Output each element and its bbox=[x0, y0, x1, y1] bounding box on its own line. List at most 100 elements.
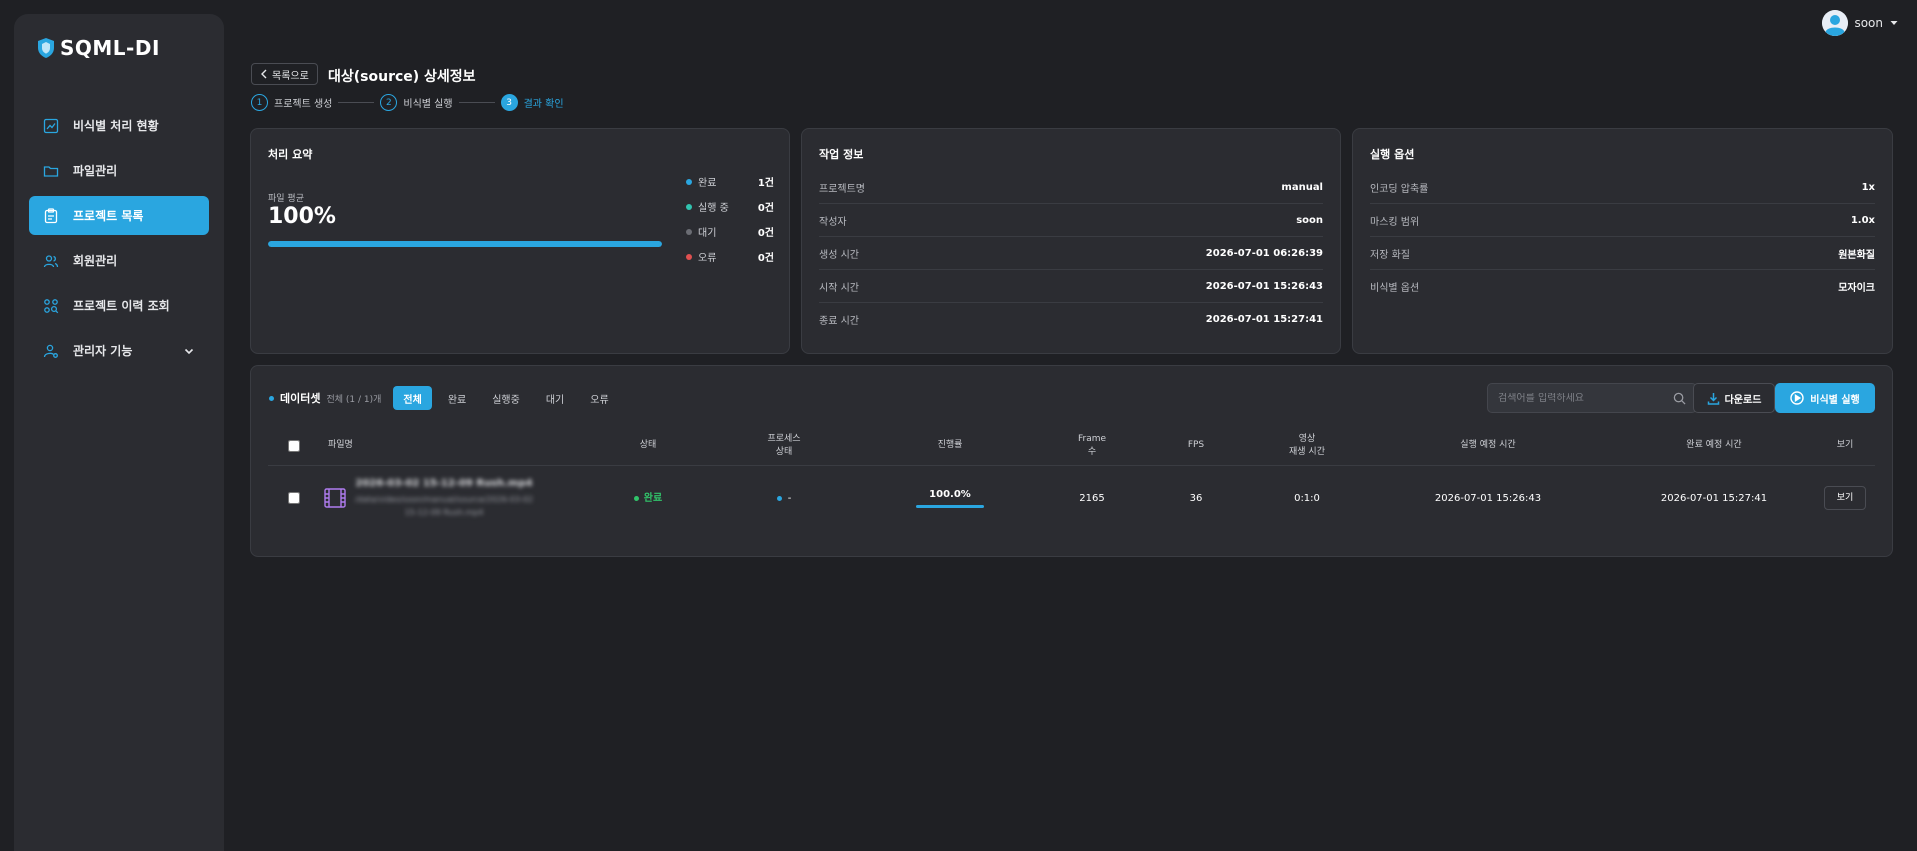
legend-label: 오류 bbox=[698, 253, 717, 264]
process-dot bbox=[776, 495, 782, 501]
sidebar-nav: 비식별 처리 현황 파일관리 프로젝트 목록 회원관리 프로젝트 이력 조회 관… bbox=[29, 106, 209, 376]
logo-text: SQML-DI bbox=[60, 36, 160, 60]
info-key: 저장 화질 bbox=[1370, 249, 1410, 261]
search-icon[interactable] bbox=[1673, 392, 1686, 405]
step-label: 프로젝트 생성 bbox=[274, 99, 333, 110]
table-row: 2026-03-02 15-12-09 Rush.mp4 /data/video… bbox=[268, 466, 1875, 530]
table-header: 파일명 상태 프로세스 상태 진행률 Frame 수 FPS 영상 재생 시간 … bbox=[268, 426, 1875, 466]
info-row: 저장 화질 원본화질 bbox=[1370, 237, 1875, 270]
legend-running: 실행 중 0건 bbox=[686, 194, 774, 219]
row-checkbox[interactable] bbox=[288, 492, 300, 504]
download-label: 다운로드 bbox=[1724, 394, 1762, 406]
info-value: manual bbox=[1281, 181, 1323, 193]
col-frames: Frame 수 bbox=[1077, 433, 1107, 457]
step-run-deidentify: 2 비식별 실행 bbox=[380, 94, 453, 111]
dataset-count: 전체 (1 / 1)개 bbox=[326, 394, 382, 405]
folder-icon bbox=[43, 165, 59, 177]
back-button-label: 목록으로 bbox=[272, 70, 309, 82]
select-all-checkbox[interactable] bbox=[288, 439, 300, 452]
status-text: 완료 bbox=[643, 492, 663, 504]
info-row: 마스킹 범위 1.0x bbox=[1370, 204, 1875, 237]
col-view: 보기 bbox=[1836, 440, 1854, 450]
users-icon bbox=[43, 254, 59, 267]
tab-waiting[interactable]: 대기 bbox=[536, 386, 574, 410]
info-key: 시작 시간 bbox=[819, 282, 859, 294]
file-text: 2026-03-02 15-12-09 Rush.mp4 /data/video… bbox=[354, 477, 534, 519]
tab-running[interactable]: 실행중 bbox=[482, 386, 530, 410]
avatar bbox=[1822, 10, 1849, 36]
tab-all[interactable]: 전체 bbox=[393, 386, 432, 410]
col-fps: FPS bbox=[1187, 440, 1205, 450]
download-icon bbox=[1707, 392, 1719, 405]
info-value: 원본화질 bbox=[1838, 249, 1875, 261]
info-key: 인코딩 압축률 bbox=[1370, 183, 1429, 195]
step-create-project: 1 프로젝트 생성 bbox=[251, 94, 332, 111]
col-progress: 진행률 bbox=[937, 440, 963, 450]
col-process-status: 프로세스 상태 bbox=[767, 433, 801, 457]
info-row: 종료 시간 2026-07-01 15:27:41 bbox=[819, 303, 1323, 336]
caret-down-icon bbox=[1890, 21, 1898, 25]
info-row: 프로젝트명 manual bbox=[819, 171, 1323, 204]
shield-logo-icon bbox=[38, 38, 54, 58]
progress-bar bbox=[916, 505, 984, 508]
info-row: 생성 시간 2026-07-01 06:26:39 bbox=[819, 237, 1323, 270]
app-logo[interactable]: SQML-DI bbox=[36, 36, 160, 60]
info-key: 마스킹 범위 bbox=[1370, 216, 1420, 228]
tab-done[interactable]: 완료 bbox=[438, 386, 476, 410]
card-title: 실행 옵션 bbox=[1370, 148, 1415, 161]
duration-cell: 0:1:0 bbox=[1294, 492, 1320, 504]
info-value: soon bbox=[1296, 214, 1323, 226]
step-number: 2 bbox=[380, 94, 398, 111]
download-button[interactable]: 다운로드 bbox=[1693, 383, 1775, 413]
legend-dot bbox=[686, 203, 692, 210]
run-deidentify-button[interactable]: 비식별 실행 bbox=[1775, 383, 1875, 413]
chevron-left-icon bbox=[261, 69, 267, 79]
file-name: 2026-03-02 15-12-09 Rush.mp4 bbox=[355, 478, 533, 489]
card-title: 처리 요약 bbox=[268, 148, 313, 161]
sidebar-item-status[interactable]: 비식별 처리 현황 bbox=[29, 106, 209, 145]
legend-count: 1건 bbox=[757, 178, 774, 189]
info-row: 인코딩 압축률 1x bbox=[1370, 171, 1875, 204]
sidebar-item-label: 프로젝트 이력 조회 bbox=[73, 299, 170, 313]
info-value: 2026-07-01 15:27:41 bbox=[1205, 314, 1323, 325]
info-value: 2026-07-01 15:26:43 bbox=[1205, 280, 1323, 292]
status-dot bbox=[633, 495, 639, 501]
step-number: 3 bbox=[500, 94, 518, 111]
info-row: 작성자 soon bbox=[819, 204, 1323, 237]
sidebar-item-projects[interactable]: 프로젝트 목록 bbox=[29, 196, 209, 235]
header-checkbox-cell bbox=[286, 426, 302, 465]
info-key: 종료 시간 bbox=[819, 316, 859, 327]
user-name: soon bbox=[1854, 16, 1883, 30]
user-menu[interactable]: soon bbox=[1822, 10, 1899, 36]
sidebar-item-admin[interactable]: 관리자 기능 bbox=[29, 331, 209, 370]
step-connector bbox=[338, 102, 375, 103]
process-status: - bbox=[776, 492, 792, 505]
info-value: 1.0x bbox=[1850, 214, 1875, 226]
process-text: - bbox=[787, 492, 792, 504]
back-to-list-button[interactable]: 목록으로 bbox=[251, 63, 318, 85]
video-file-icon bbox=[324, 488, 346, 508]
sidebar-item-files[interactable]: 파일관리 bbox=[29, 151, 209, 190]
average-progress-bar bbox=[268, 241, 662, 247]
sidebar-item-members[interactable]: 회원관리 bbox=[29, 241, 209, 280]
legend-dot bbox=[686, 253, 692, 260]
col-status: 상태 bbox=[639, 440, 657, 450]
play-circle-icon bbox=[1790, 391, 1804, 405]
col-duration: 영상 재생 시간 bbox=[1289, 433, 1325, 457]
file-path: /data/video/soon/manual/source/2026-03-0… bbox=[354, 495, 534, 517]
sidebar-item-label: 파일관리 bbox=[73, 164, 118, 178]
search-input[interactable] bbox=[1498, 392, 1673, 404]
search-history-icon bbox=[44, 298, 59, 313]
view-button[interactable]: 보기 bbox=[1824, 486, 1866, 510]
dataset-dot bbox=[269, 395, 274, 401]
clipboard-icon bbox=[44, 207, 58, 223]
start-eta-cell: 2026-07-01 15:26:43 bbox=[1434, 492, 1542, 504]
status-legend: 완료 1건 실행 중 0건 대기 0건 오류 0건 bbox=[686, 169, 774, 269]
step-label: 결과 확인 bbox=[523, 99, 564, 110]
chart-line-icon bbox=[43, 118, 59, 133]
sidebar-item-history[interactable]: 프로젝트 이력 조회 bbox=[29, 286, 209, 325]
admin-user-icon bbox=[43, 344, 58, 358]
info-value: 2026-07-01 06:26:39 bbox=[1205, 247, 1323, 259]
tab-error[interactable]: 오류 bbox=[580, 386, 618, 410]
job-info-list: 프로젝트명 manual 작성자 soon 생성 시간 2026-07-01 06:2… bbox=[819, 171, 1323, 336]
